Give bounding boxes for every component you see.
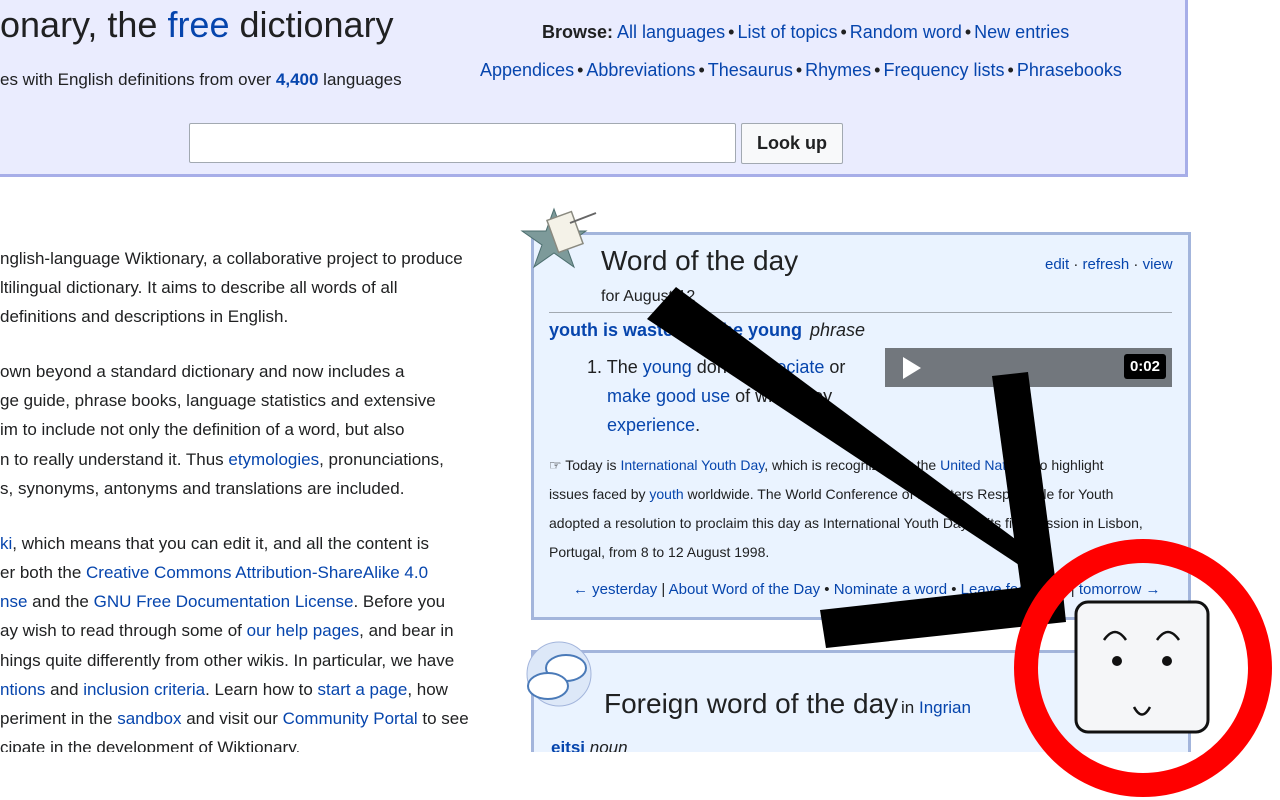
black-arrow-icon <box>647 287 1066 648</box>
smiley-face-icon <box>1074 600 1210 734</box>
annotation-overlay <box>647 287 1272 797</box>
